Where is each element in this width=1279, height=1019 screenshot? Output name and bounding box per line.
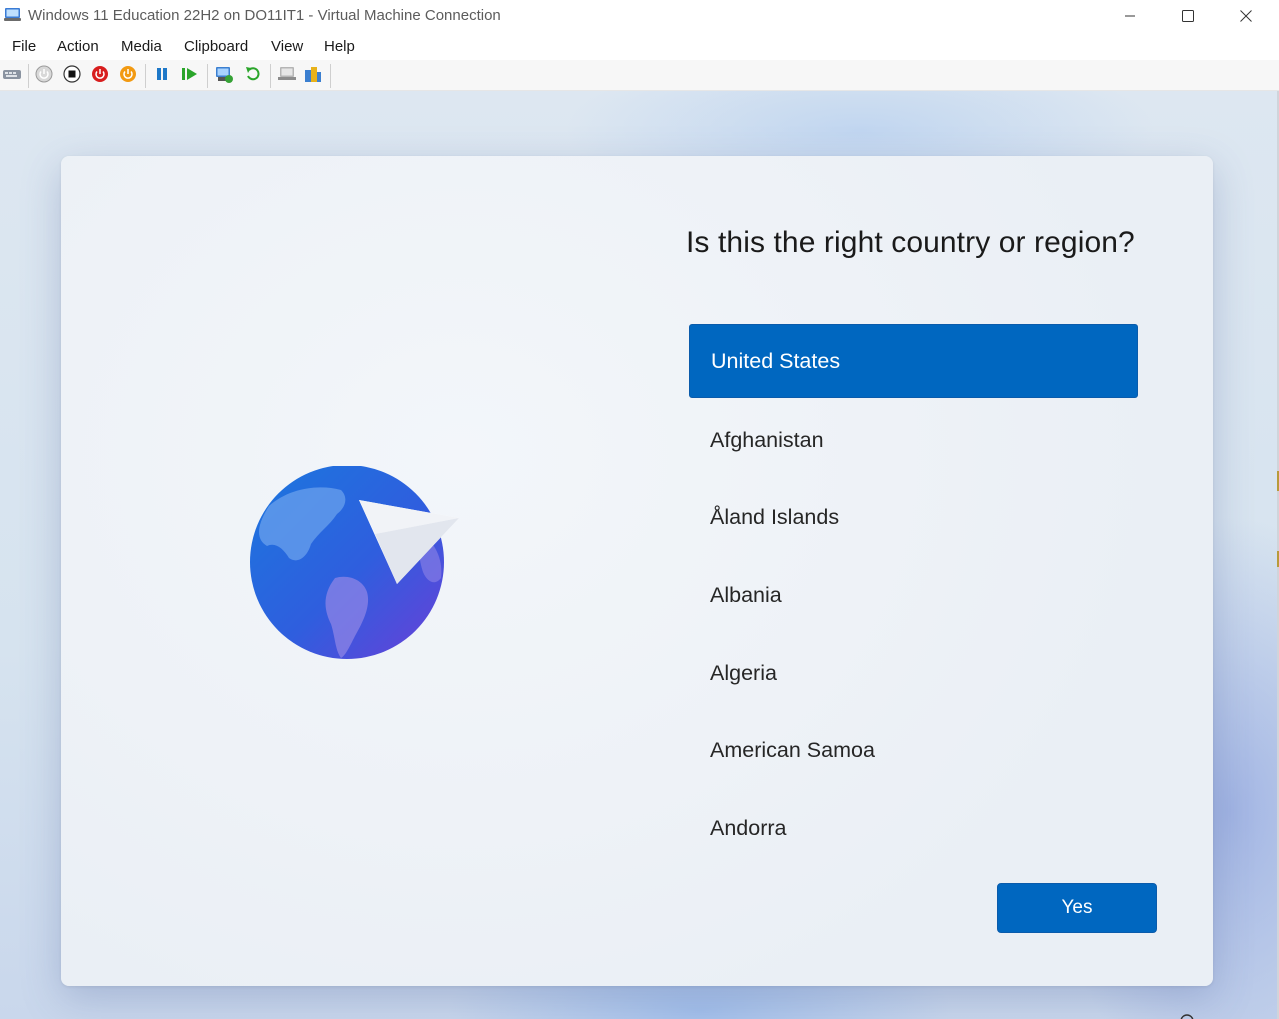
maximize-icon (1182, 10, 1194, 22)
share-button[interactable] (302, 65, 324, 87)
toolbar-separator (207, 64, 208, 88)
minimize-button[interactable] (1101, 0, 1159, 32)
shut-down-icon (91, 65, 109, 88)
country-item-american-samoa[interactable]: American Samoa (689, 712, 1138, 790)
ctrl-alt-del-icon (2, 66, 22, 87)
enhanced-session-icon (277, 65, 297, 88)
country-item-aland-islands[interactable]: Åland Islands (689, 479, 1138, 557)
menu-bar: File Action Media Clipboard View Help (0, 33, 1279, 59)
minimize-icon (1124, 10, 1136, 22)
oobe-dialog: Is this the right country or region? Uni… (61, 156, 1213, 986)
menu-action[interactable]: Action (57, 38, 99, 55)
accessibility-icon[interactable] (1176, 1009, 1198, 1019)
menu-clipboard[interactable]: Clipboard (184, 38, 248, 55)
close-icon (1240, 10, 1252, 22)
close-button[interactable] (1217, 0, 1275, 32)
turn-off-button[interactable] (61, 64, 83, 88)
country-item-afghanistan[interactable]: Afghanistan (689, 402, 1138, 480)
country-list[interactable]: United States Afghanistan Åland Islands … (689, 324, 1138, 867)
country-item-algeria[interactable]: Algeria (689, 634, 1138, 712)
window-title: Windows 11 Education 22H2 on DO11IT1 - V… (28, 7, 501, 24)
revert-button[interactable] (242, 65, 264, 87)
toolbar-separator (145, 64, 146, 88)
share-icon (303, 64, 323, 89)
menu-view[interactable]: View (271, 38, 303, 55)
country-item-albania[interactable]: Albania (689, 557, 1138, 635)
save-button[interactable] (117, 65, 139, 87)
toolbar-separator (28, 64, 29, 88)
shut-down-button[interactable] (89, 65, 111, 87)
resume-button[interactable] (179, 65, 201, 87)
vm-screen[interactable]: Is this the right country or region? Uni… (0, 91, 1277, 1019)
turn-off-icon (63, 64, 81, 88)
menu-help[interactable]: Help (324, 38, 355, 55)
globe-paper-plane-icon (249, 465, 464, 666)
start-icon (35, 65, 53, 88)
toolbar (0, 60, 1279, 91)
title-bar: Windows 11 Education 22H2 on DO11IT1 - V… (0, 0, 1279, 32)
page-title: Is this the right country or region? (686, 226, 1135, 259)
yes-button[interactable]: Yes (997, 883, 1157, 933)
enhanced-session-button[interactable] (276, 65, 298, 87)
hyper-v-vm-icon (4, 7, 22, 23)
toolbar-separator (270, 64, 271, 88)
country-item-andorra[interactable]: Andorra (689, 790, 1138, 868)
checkpoint-icon (214, 64, 234, 89)
save-icon (119, 65, 137, 88)
start-button[interactable] (33, 65, 55, 87)
menu-media[interactable]: Media (121, 38, 162, 55)
resume-icon (181, 66, 199, 87)
pause-icon (154, 66, 170, 87)
toolbar-separator (330, 64, 331, 88)
checkpoint-button[interactable] (213, 65, 235, 87)
ctrl-alt-del-button[interactable] (1, 65, 23, 87)
pause-button[interactable] (151, 65, 173, 87)
menu-file[interactable]: File (12, 38, 36, 55)
revert-icon (244, 65, 262, 88)
country-item-united-states[interactable]: United States (689, 324, 1138, 398)
maximize-button[interactable] (1159, 0, 1217, 32)
